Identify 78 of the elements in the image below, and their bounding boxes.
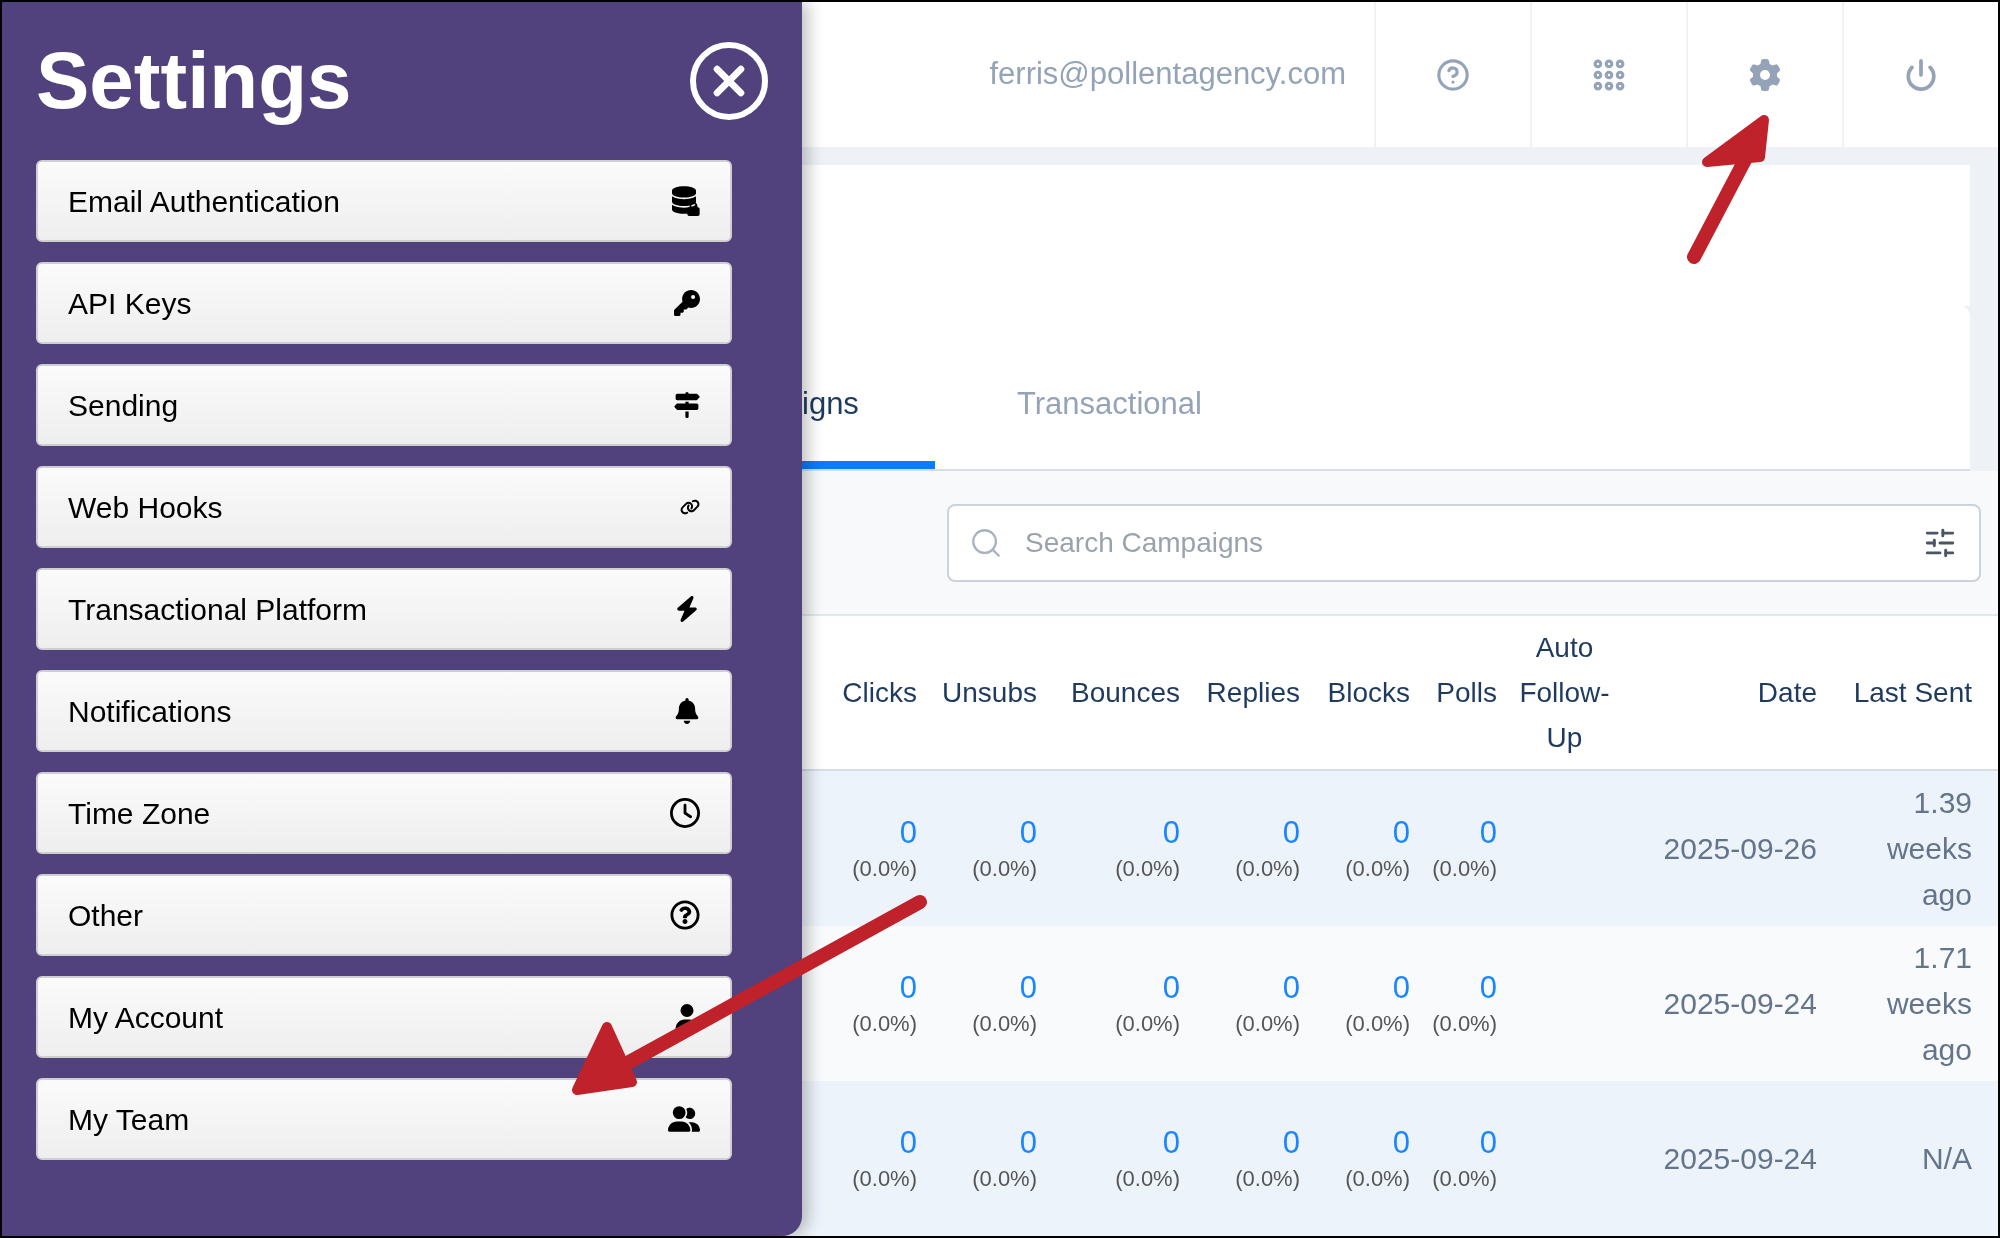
- stat-count[interactable]: 0: [899, 969, 917, 1006]
- clock-icon: [670, 798, 700, 828]
- column-header: Clicks: [842, 676, 917, 710]
- column-header: Polls: [1436, 676, 1497, 710]
- last-sent-cell-text: N/A: [1921, 1140, 1972, 1177]
- stat-count[interactable]: 0: [1019, 1124, 1037, 1161]
- stat-percent: (0.0%): [1432, 854, 1497, 883]
- stat-percent: (0.0%): [1115, 1009, 1180, 1038]
- date-cell-text: 2025-09-24: [1663, 986, 1817, 1022]
- stat-count[interactable]: 0: [1282, 814, 1300, 851]
- settings-item[interactable]: Notifications: [36, 670, 732, 752]
- settings-item[interactable]: Sending: [36, 364, 732, 446]
- column-header: Blocks: [1327, 676, 1410, 710]
- last-sent-cell-text: 1.71 weeks ago: [1885, 939, 1972, 1068]
- stat-count[interactable]: 0: [1019, 814, 1037, 851]
- column-header: Unsubs: [942, 676, 1037, 710]
- tab[interactable]: Transactional: [1017, 381, 1202, 469]
- key-icon: [674, 290, 700, 316]
- date-cell-text: 2025-09-26: [1663, 831, 1817, 867]
- stat-count[interactable]: 0: [1162, 814, 1180, 851]
- stat-percent: (0.0%): [852, 1164, 917, 1193]
- stat-percent: (0.0%): [1235, 1009, 1300, 1038]
- stat-percent: (0.0%): [972, 1009, 1037, 1038]
- stat-percent: (0.0%): [1235, 854, 1300, 883]
- settings-item[interactable]: Other: [36, 874, 732, 956]
- settings-item[interactable]: Web Hooks: [36, 466, 732, 548]
- stat-count[interactable]: 0: [899, 814, 917, 851]
- last-sent-cell-text: 1.39 weeks ago: [1885, 784, 1972, 913]
- close-icon: [712, 64, 746, 98]
- stat-percent: (0.0%): [852, 854, 917, 883]
- stat-percent: (0.0%): [1432, 1009, 1497, 1038]
- lightning-icon: [674, 596, 700, 622]
- column-header: Bounces: [1071, 676, 1180, 710]
- stat-count[interactable]: 0: [1162, 969, 1180, 1006]
- column-header: Last Sent: [1853, 676, 1972, 710]
- signpost-icon: [674, 392, 700, 418]
- date-cell-text: 2025-09-24: [1663, 1141, 1817, 1177]
- search-field[interactable]: Search Campaigns: [947, 503, 1981, 582]
- stat-percent: (0.0%): [852, 1009, 917, 1038]
- stat-count[interactable]: 0: [1282, 969, 1300, 1006]
- stat-count[interactable]: 0: [1162, 1124, 1180, 1161]
- stat-percent: (0.0%): [1115, 854, 1180, 883]
- stat-percent: (0.0%): [1432, 1164, 1497, 1193]
- stat-count[interactable]: 0: [1392, 1124, 1410, 1161]
- column-header: Replies: [1206, 676, 1300, 710]
- stat-percent: (0.0%): [1345, 854, 1410, 883]
- stat-count[interactable]: 0: [1479, 969, 1497, 1006]
- power-icon[interactable]: [1904, 57, 1938, 92]
- settings-item[interactable]: API Keys: [36, 262, 732, 344]
- stat-percent: (0.0%): [972, 854, 1037, 883]
- help-icon[interactable]: [1436, 57, 1470, 92]
- stat-count[interactable]: 0: [899, 1124, 917, 1161]
- stat-percent: (0.0%): [1345, 1164, 1410, 1193]
- stat-count[interactable]: 0: [1019, 969, 1037, 1006]
- stat-count[interactable]: 0: [1479, 814, 1497, 851]
- close-button[interactable]: [690, 42, 768, 120]
- settings-icon[interactable]: [1749, 58, 1781, 91]
- settings-item[interactable]: Email Authentication: [36, 160, 732, 242]
- settings-item[interactable]: My Account: [36, 976, 732, 1058]
- stat-percent: (0.0%): [972, 1164, 1037, 1193]
- users-icon: [668, 1105, 700, 1133]
- stat-count[interactable]: 0: [1392, 814, 1410, 851]
- link-icon: [680, 497, 700, 517]
- stat-percent: (0.0%): [1235, 1164, 1300, 1193]
- settings-item[interactable]: Time Zone: [36, 772, 732, 854]
- column-header: Date: [1757, 676, 1817, 710]
- stat-count[interactable]: 0: [1392, 969, 1410, 1006]
- user-email: ferris@pollentagency.com: [989, 55, 1346, 94]
- column-header: Auto Follow-Up: [1518, 631, 1611, 755]
- database-lock-icon: [672, 186, 700, 216]
- stat-percent: (0.0%): [1115, 1164, 1180, 1193]
- question-icon: [670, 900, 700, 930]
- bell-icon: [674, 698, 700, 724]
- stat-count[interactable]: 0: [1479, 1124, 1497, 1161]
- stat-percent: (0.0%): [1345, 1009, 1410, 1038]
- settings-item[interactable]: Transactional Platform: [36, 568, 732, 650]
- stat-count[interactable]: 0: [1282, 1124, 1300, 1161]
- settings-item[interactable]: My Team: [36, 1078, 732, 1160]
